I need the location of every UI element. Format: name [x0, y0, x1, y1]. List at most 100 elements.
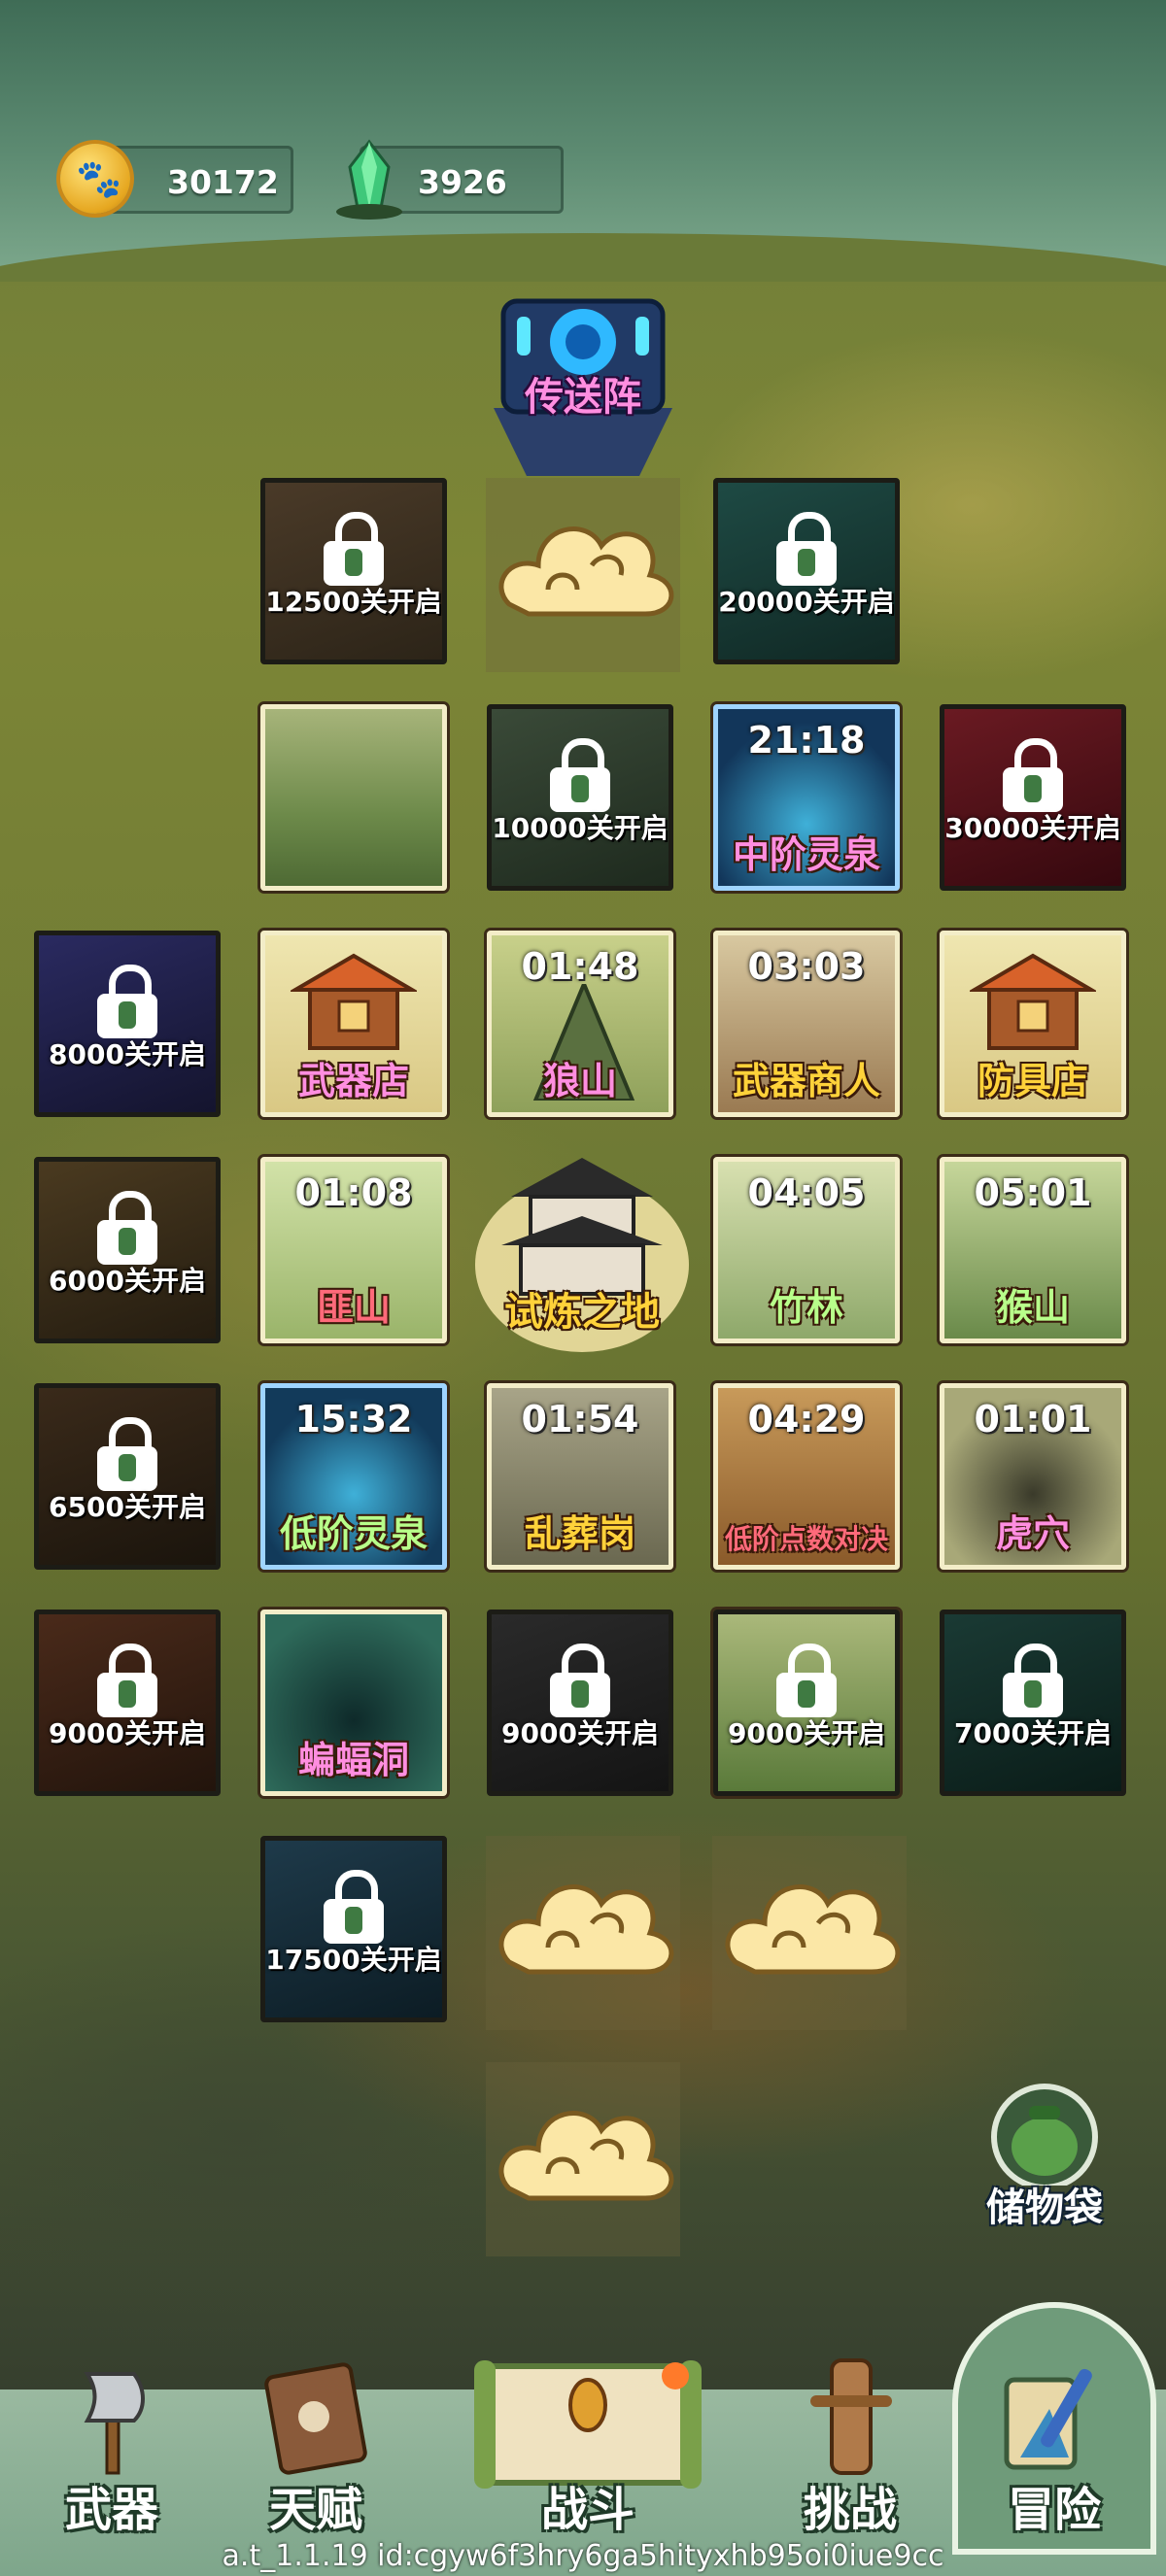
mid-spring-tile[interactable]: 21:18 中阶灵泉 — [713, 704, 900, 891]
unlock-requirement: 8000关开启 — [49, 1038, 206, 1070]
locked-stage-tile[interactable]: 9000关开启 — [487, 1610, 673, 1796]
version-info: a.t_1.1.19 id:cgyw6f3hry6ga5hityxhb95oi0… — [222, 2539, 944, 2573]
coin-counter: 🐾 30172 — [60, 138, 293, 225]
locked-forest-tile[interactable]: 9000关开启 — [713, 1610, 900, 1796]
location-label: 武器商人 — [732, 1060, 880, 1102]
location-label: 虎穴 — [995, 1512, 1070, 1555]
low-spring-tile[interactable]: 15:32 低阶灵泉 — [260, 1383, 447, 1570]
cooldown-timer: 21:18 — [747, 719, 866, 762]
location-label: 狼山 — [542, 1060, 617, 1102]
locked-stage-tile[interactable]: 12500关开启 — [260, 478, 447, 664]
unlock-requirement: 30000关开启 — [944, 812, 1121, 844]
storage-bag-label: 储物袋 — [986, 2186, 1103, 2230]
lock-icon — [546, 738, 614, 816]
location-label: 乱葬岗 — [524, 1512, 635, 1555]
tiger-den-tile[interactable]: 01:01 虎穴 — [940, 1383, 1126, 1570]
storage-bag-icon — [991, 2084, 1098, 2190]
dice-duel-tile[interactable]: 04:29 低阶点数对决 — [713, 1383, 900, 1570]
lock-icon — [999, 1644, 1067, 1721]
axe-icon — [84, 2372, 145, 2475]
gem-value: 3926 — [418, 162, 507, 201]
cooldown-timer: 15:32 — [294, 1398, 413, 1441]
cloud-icon — [498, 1884, 674, 1975]
location-label: 竹林 — [769, 1286, 843, 1329]
location-label: 低阶灵泉 — [279, 1512, 428, 1555]
lock-icon — [772, 512, 840, 590]
bat-cave-tile[interactable]: 蝙蝠洞 — [260, 1610, 447, 1796]
location-label: 防具店 — [977, 1060, 1088, 1102]
coin-value: 30172 — [167, 162, 279, 201]
adventure-map-icon — [1004, 2368, 1092, 2470]
locked-stage-tile[interactable]: 9000关开启 — [34, 1610, 221, 1796]
cloud-fog-cell — [712, 1836, 907, 2030]
armor-shop-tile[interactable]: 防具店 — [940, 931, 1126, 1117]
nav-adventure[interactable]: 冒险 — [962, 2341, 1147, 2555]
nav-weapons[interactable]: 武器 — [19, 2341, 204, 2555]
unlock-requirement: 9000关开启 — [728, 1717, 885, 1749]
weapon-shop-tile[interactable]: 武器店 — [260, 931, 447, 1117]
cooldown-timer: 04:29 — [747, 1398, 866, 1441]
cooldown-timer: 01:08 — [294, 1171, 413, 1214]
location-label: 低阶点数对决 — [724, 1523, 888, 1555]
lock-icon — [320, 512, 388, 590]
book-icon — [264, 2362, 367, 2475]
locked-stage-tile[interactable]: 17500关开启 — [260, 1836, 447, 2022]
unlock-requirement: 9000关开启 — [49, 1717, 206, 1749]
cooldown-timer: 01:48 — [521, 945, 639, 988]
lock-icon — [772, 1644, 840, 1721]
location-label: 蝙蝠洞 — [297, 1739, 409, 1781]
monkey-mountain-tile[interactable]: 05:01 猴山 — [940, 1157, 1126, 1343]
portal-building[interactable]: 传送阵 — [474, 282, 692, 486]
storage-bag-button[interactable]: 储物袋 — [967, 2079, 1122, 2234]
locked-stage-tile[interactable]: 20000关开启 — [713, 478, 900, 664]
lock-icon — [93, 1417, 161, 1495]
graveyard-tile[interactable]: 01:54 乱葬岗 — [487, 1383, 673, 1570]
location-label: 匪山 — [316, 1286, 391, 1329]
wolf-mountain-tile[interactable]: 01:48 狼山 — [487, 931, 673, 1117]
nav-battle[interactable]: 战斗 — [466, 2341, 709, 2555]
forest-tile[interactable] — [260, 704, 447, 891]
nav-challenge-label: 挑战 — [803, 2483, 897, 2537]
weapon-merchant-tile[interactable]: 03:03 武器商人 — [713, 931, 900, 1117]
unlock-requirement: 9000关开启 — [501, 1717, 659, 1749]
cooldown-timer: 01:54 — [521, 1398, 639, 1441]
cloud-fog-cell — [486, 1836, 680, 2030]
lock-icon — [546, 1644, 614, 1721]
portal-label: 传送阵 — [525, 375, 641, 420]
cloud-fog-cell — [486, 2062, 680, 2256]
cooldown-timer: 01:01 — [974, 1398, 1092, 1441]
locked-stage-tile[interactable]: 7000关开启 — [940, 1610, 1126, 1796]
nav-challenge[interactable]: 挑战 — [758, 2341, 943, 2555]
nav-weapons-label: 武器 — [64, 2483, 158, 2537]
locked-stage-tile[interactable]: 6000关开启 — [34, 1157, 221, 1343]
cloud-fog-cell — [486, 478, 680, 672]
lock-icon — [999, 738, 1067, 816]
lock-icon — [93, 1191, 161, 1269]
green-crystal-icon — [336, 139, 402, 220]
nav-talent[interactable]: 天赋 — [223, 2341, 408, 2555]
locked-stage-tile[interactable]: 10000关开启 — [487, 704, 673, 891]
trial-ground-building[interactable]: 试炼之地 — [472, 1138, 692, 1358]
locked-stage-tile[interactable]: 8000关开启 — [34, 931, 221, 1117]
nav-battle-label: 战斗 — [540, 2483, 634, 2537]
cooldown-timer: 05:01 — [974, 1171, 1092, 1214]
shop-building-icon — [970, 953, 1096, 1050]
cloud-icon — [498, 2111, 674, 2201]
cloud-icon — [725, 1884, 901, 1975]
bamboo-forest-tile[interactable]: 04:05 竹林 — [713, 1157, 900, 1343]
paw-coin-icon: 🐾 — [60, 144, 130, 214]
wooden-dummy-icon — [810, 2358, 892, 2475]
shop-building-icon — [291, 953, 417, 1050]
bandit-mountain-tile[interactable]: 01:08 匪山 — [260, 1157, 447, 1343]
unlock-requirement: 7000关开启 — [954, 1717, 1112, 1749]
unlock-requirement: 12500关开启 — [265, 586, 442, 618]
trial-ground-label: 试炼之地 — [504, 1290, 660, 1335]
locked-stage-tile[interactable]: 6500关开启 — [34, 1383, 221, 1570]
location-label: 中阶灵泉 — [732, 833, 880, 876]
nav-adventure-label: 冒险 — [1007, 2483, 1101, 2537]
location-label: 猴山 — [995, 1286, 1070, 1329]
unlock-requirement: 6000关开启 — [49, 1265, 206, 1297]
locked-stage-tile[interactable]: 30000关开启 — [940, 704, 1126, 891]
unlock-requirement: 17500关开启 — [265, 1944, 442, 1976]
unlock-requirement: 20000关开启 — [718, 586, 895, 618]
